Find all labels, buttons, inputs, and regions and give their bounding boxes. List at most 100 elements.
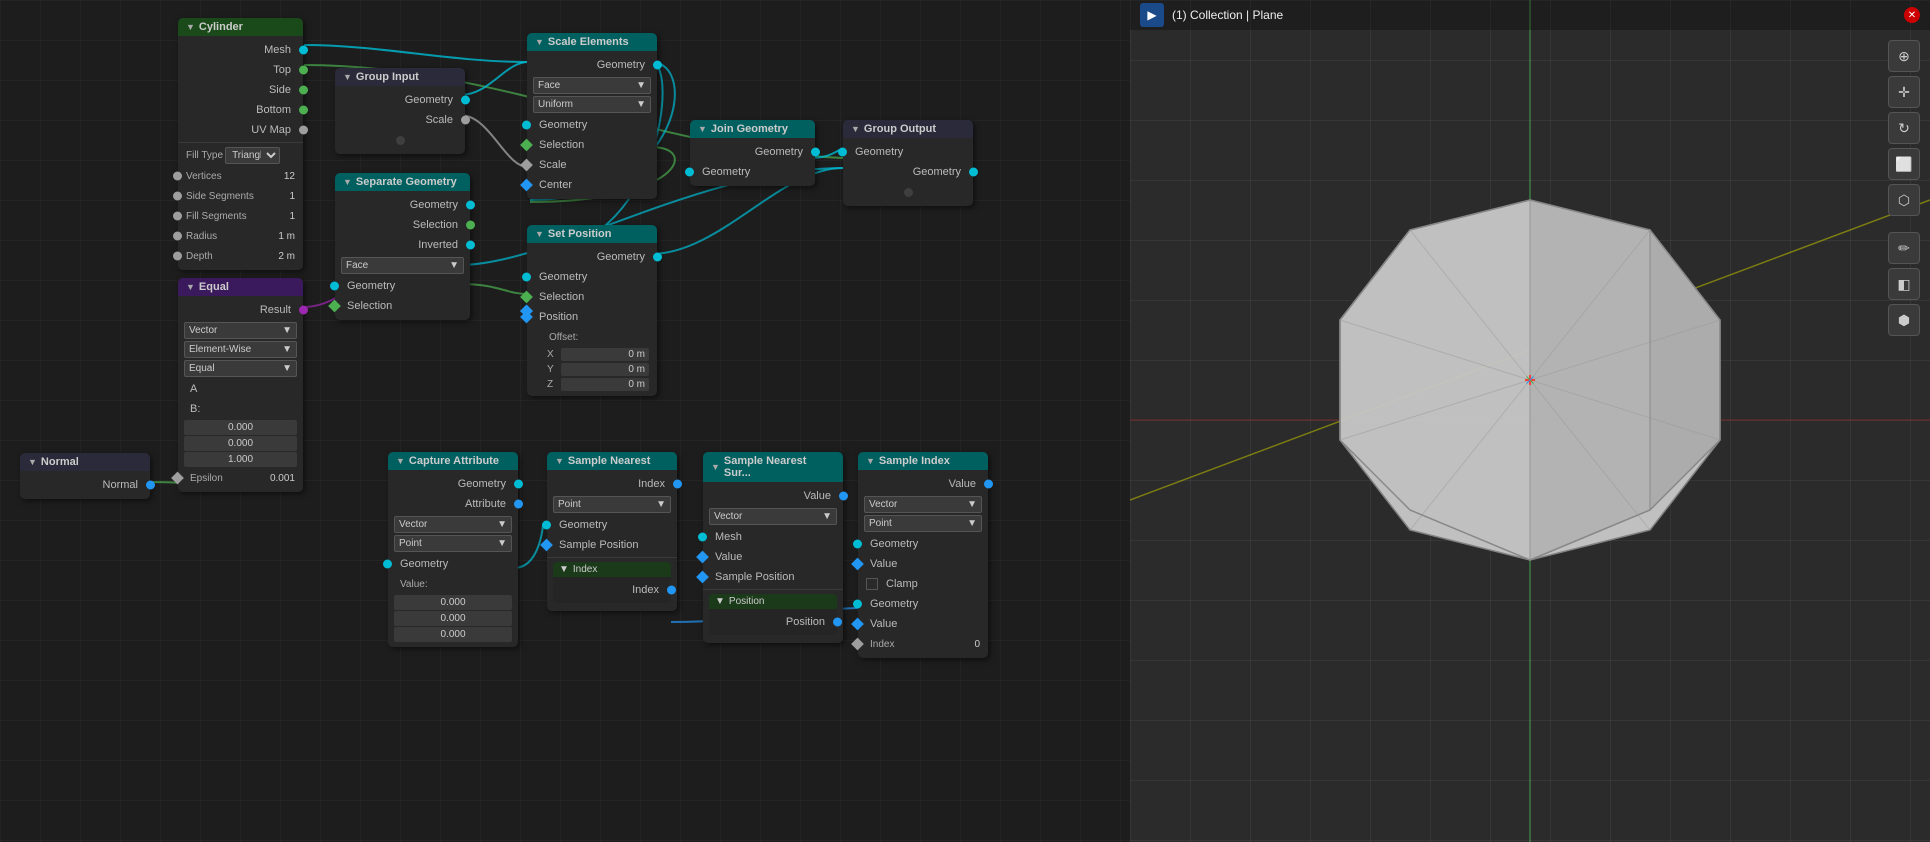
- fill-type-row[interactable]: Fill Type Triangl...: [178, 145, 303, 166]
- sns-value-out-label: Value: [711, 490, 835, 502]
- sn-point-arrow: ▼: [656, 499, 666, 510]
- sns-value-out-socket: [839, 492, 848, 501]
- sn-index-out-label: Index: [555, 478, 669, 490]
- se-uniform-dropdown[interactable]: Uniform ▼: [533, 96, 651, 113]
- eq-equal-dropdown[interactable]: Equal ▼: [184, 360, 297, 377]
- ca-vector-dropdown[interactable]: Vector ▼: [394, 516, 512, 533]
- orbit-tool-btn[interactable]: ⊕: [1888, 40, 1920, 72]
- move-tool-btn[interactable]: ✛: [1888, 76, 1920, 108]
- si-index-socket: [851, 638, 864, 651]
- se-geom-out-socket: [653, 61, 662, 70]
- sp-sel-row: Selection: [527, 287, 657, 307]
- group-input-header[interactable]: ▼ Group Input: [335, 68, 465, 86]
- join-geom-header[interactable]: ▼ Join Geometry: [690, 120, 815, 138]
- ca-header[interactable]: ▼ Capture Attribute: [388, 452, 518, 470]
- se-geom-in-socket: [522, 121, 531, 130]
- sns-body: Value Vector ▼ Mesh Value Sample Positio…: [703, 482, 843, 643]
- si-arrow: ▼: [866, 456, 875, 466]
- join-geometry-node: ▼ Join Geometry Geometry Geometry: [690, 120, 815, 186]
- sns-pos-subheader: ▼ Position: [709, 594, 837, 609]
- eq-result-row: Result: [178, 300, 303, 320]
- eq-vector-dropdown[interactable]: Vector ▼: [184, 322, 297, 339]
- go-geom-out-row: Geometry: [843, 162, 973, 182]
- sn-header[interactable]: ▼ Sample Nearest: [547, 452, 677, 470]
- sn-sub-arrow: ▼: [559, 564, 569, 575]
- edit-btn[interactable]: ✏: [1888, 232, 1920, 264]
- separate-geometry-node: ▼ Separate Geometry Geometry Selection I…: [335, 173, 470, 320]
- se-face-dropdown[interactable]: Face ▼: [533, 77, 651, 94]
- sns-vector-dropdown[interactable]: Vector ▼: [709, 508, 837, 525]
- sns-value-out-row: Value: [703, 486, 843, 506]
- sp-sel-label: Selection: [535, 291, 649, 303]
- scale-tool-btn[interactable]: ⬜: [1888, 148, 1920, 180]
- sp-header[interactable]: ▼ Set Position: [527, 225, 657, 243]
- sn-arrow: ▼: [555, 456, 564, 466]
- viewport[interactable]: ▶ (1) Collection | Plane ✕ ⊕ ✛ ↻ ⬜ ⬡ ✏ ◧…: [1130, 0, 1930, 842]
- sn-sub-title: Index: [573, 564, 597, 575]
- cylinder-node-header[interactable]: ▼ Cylinder: [178, 18, 303, 36]
- normal-node: ▼ Normal Normal: [20, 453, 150, 499]
- go-header[interactable]: ▼ Group Output: [843, 120, 973, 138]
- go-geom-in-label: Geometry: [851, 146, 965, 158]
- scale-elements-header[interactable]: ▼ Scale Elements: [527, 33, 657, 51]
- sn-index-out-socket: [673, 480, 682, 489]
- si-point-dropdown[interactable]: Point ▼: [864, 515, 982, 532]
- sg-selection-out-label: Selection: [343, 219, 462, 231]
- sp-z-value: 0 m: [561, 378, 649, 391]
- close-button[interactable]: ✕: [1904, 7, 1920, 23]
- sn-point-dropdown[interactable]: Point ▼: [553, 496, 671, 513]
- view-btn[interactable]: ◧: [1888, 268, 1920, 300]
- normal-header[interactable]: ▼ Normal: [20, 453, 150, 471]
- sg-face-dropdown[interactable]: Face ▼: [341, 257, 464, 274]
- side-segments-value: 1: [289, 191, 295, 202]
- equal-body: Result Vector ▼ Element-Wise ▼ Equal ▼ A…: [178, 296, 303, 492]
- sn-body: Index Point ▼ Geometry Sample Position ▼…: [547, 470, 677, 611]
- si-index-value: 0: [974, 639, 980, 650]
- transform-tool-btn[interactable]: ⬡: [1888, 184, 1920, 216]
- ca-body: Geometry Attribute Vector ▼ Point ▼ Geom…: [388, 470, 518, 647]
- cylinder-mesh-label: Mesh: [186, 44, 295, 56]
- set-position-node: ▼ Set Position Geometry Geometry Selecti…: [527, 225, 657, 396]
- sn-index-sublabel: Index: [561, 584, 663, 596]
- si-title: Sample Index: [879, 455, 950, 467]
- si-clamp-check[interactable]: [866, 578, 878, 590]
- sn-index-subheader: ▼ Index: [553, 562, 671, 577]
- sns-sample-pos-row: Sample Position: [703, 567, 843, 587]
- sep-geom-header[interactable]: ▼ Separate Geometry: [335, 173, 470, 191]
- eq-equal-arrow: ▼: [282, 363, 292, 374]
- sn-index-out-row: Index: [547, 474, 677, 494]
- node-editor[interactable]: ▼ Cylinder Mesh Top Side Bottom UV Map: [0, 0, 1130, 842]
- depth-label: Depth: [186, 251, 213, 262]
- ca-geom-out-label: Geometry: [396, 478, 510, 490]
- sns-header[interactable]: ▼ Sample Nearest Sur...: [703, 452, 843, 482]
- sns-mesh-label: Mesh: [711, 531, 835, 543]
- eq-vector-arrow: ▼: [282, 325, 292, 336]
- si-header[interactable]: ▼ Sample Index: [858, 452, 988, 470]
- sp-arrow: ▼: [535, 229, 544, 239]
- equal-header[interactable]: ▼ Equal: [178, 278, 303, 296]
- norm-out-label: Normal: [28, 479, 142, 491]
- fill-segments-label: Fill Segments: [186, 211, 247, 222]
- rotate-tool-btn[interactable]: ↻: [1888, 112, 1920, 144]
- ca-point-dropdown[interactable]: Point ▼: [394, 535, 512, 552]
- eq-element-dropdown[interactable]: Element-Wise ▼: [184, 341, 297, 358]
- si-index-row: Index 0: [858, 634, 988, 654]
- eq-arrow: ▼: [186, 282, 195, 292]
- se-geom-out-row: Geometry: [527, 55, 657, 75]
- gi-empty-socket: [335, 130, 465, 150]
- sn-point-value: Point: [558, 499, 581, 510]
- cylinder-side-label: Side: [186, 84, 295, 96]
- vertices-socket: [173, 172, 182, 181]
- sns-vector-value: Vector: [714, 511, 742, 522]
- collapse-arrow: ▼: [186, 22, 195, 32]
- sp-geom-out-socket: [653, 253, 662, 262]
- sn-index-subnode: ▼ Index Index: [553, 562, 671, 603]
- render-btn[interactable]: ⬢: [1888, 304, 1920, 336]
- radius-label: Radius: [186, 231, 217, 242]
- si-vector-dropdown[interactable]: Vector ▼: [864, 496, 982, 513]
- sep-geom-body: Geometry Selection Inverted Face ▼ Geome…: [335, 191, 470, 320]
- sg-inverted-label: Inverted: [343, 239, 462, 251]
- eq-a-row: A: [178, 379, 303, 399]
- equal-title: Equal: [199, 281, 229, 293]
- fill-type-select[interactable]: Triangl...: [225, 147, 280, 164]
